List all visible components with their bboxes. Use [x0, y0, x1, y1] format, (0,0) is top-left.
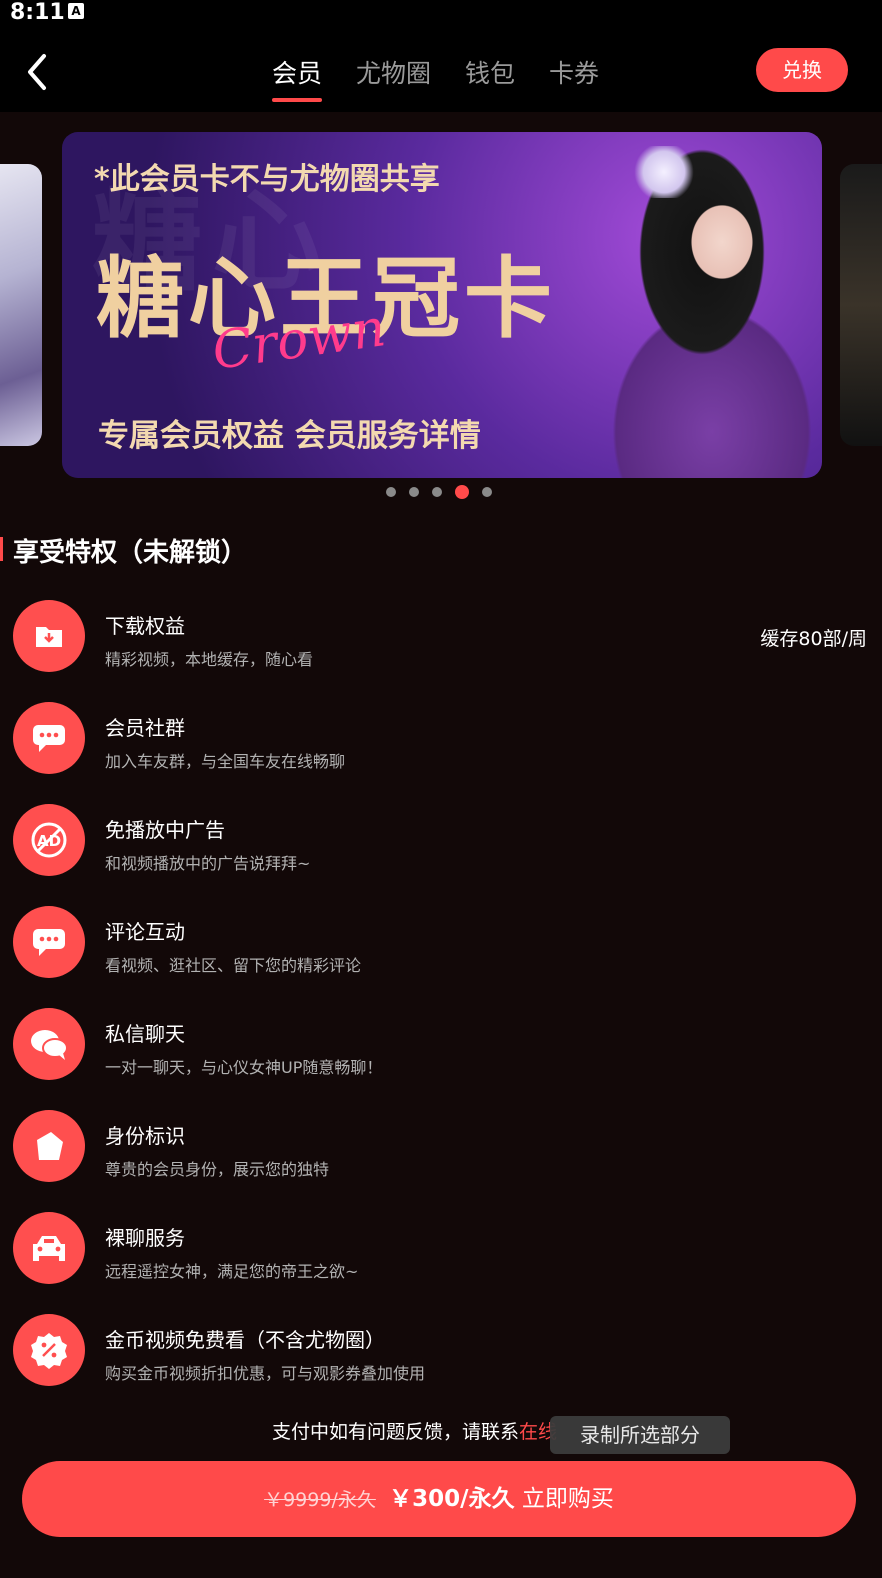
privilege-title: 免播放中广告	[105, 818, 225, 842]
list-item[interactable]: 下载权益 精彩视频，本地缓存，随心看 缓存80部/周	[0, 600, 882, 680]
privilege-desc: 看视频、逛社区、留下您的精彩评论	[105, 956, 362, 975]
list-item[interactable]: 金币视频免费看（不含尤物圈） 购买金币视频折扣优惠，可与观影券叠加使用	[0, 1314, 882, 1394]
tab-bar: 会员 尤物圈 钱包 卡券	[272, 54, 633, 102]
list-item[interactable]: 会员社群 加入车友群，与全国车友在线畅聊	[0, 702, 882, 782]
privilege-desc: 购买金币视频折扣优惠，可与观影券叠加使用	[105, 1364, 426, 1383]
carousel-dot[interactable]	[409, 487, 419, 497]
status-time: 8:11	[10, 0, 65, 25]
section-accent-bar	[0, 537, 3, 561]
tab-coupons[interactable]: 卡券	[549, 54, 599, 102]
list-item[interactable]: 身份标识 尊贵的会员身份，展示您的独特	[0, 1110, 882, 1190]
chevron-left-icon[interactable]	[18, 52, 58, 92]
list-item[interactable]: 裸聊服务 远程遥控女神，满足您的帝王之欲~	[0, 1212, 882, 1292]
car-icon	[13, 1212, 85, 1284]
privilege-desc: 和视频播放中的广告说拜拜~	[105, 854, 311, 873]
status-bar: 8:11 A	[0, 0, 882, 40]
privilege-title: 身份标识	[105, 1124, 185, 1148]
list-item[interactable]: 私信聊天 一对一聊天，与心仪女神UP随意畅聊！	[0, 1008, 882, 1088]
flower-decoration	[632, 146, 696, 198]
top-nav: 会员 尤物圈 钱包 卡券 兑换	[0, 40, 882, 112]
discount-icon	[13, 1314, 85, 1386]
carousel-dot-active[interactable]	[455, 485, 469, 499]
badge-icon	[13, 1110, 85, 1182]
section-title: 享受特权（未解锁）	[13, 538, 248, 568]
download-folder-icon	[13, 600, 85, 672]
list-item[interactable]: 评论互动 看视频、逛社区、留下您的精彩评论	[0, 906, 882, 986]
download-quota: 缓存80部/周	[760, 628, 867, 650]
support-note: 支付中如有问题反馈，请联系在线	[272, 1417, 557, 1444]
privilege-title: 评论互动	[105, 920, 185, 944]
tab-member[interactable]: 会员	[272, 54, 323, 102]
list-item[interactable]: AD 免播放中广告 和视频播放中的广告说拜拜~	[0, 804, 882, 884]
banner-subtitle: 专属会员权益 会员服务详情	[98, 418, 481, 454]
buy-button[interactable]: ￥9999/永久 ￥300/永久 立即购买	[22, 1461, 856, 1537]
privilege-desc: 一对一聊天，与心仪女神UP随意畅聊！	[105, 1058, 383, 1077]
carousel-dot[interactable]	[432, 487, 442, 497]
original-price: ￥9999/永久	[264, 1489, 376, 1511]
privilege-desc: 精彩视频，本地缓存，随心看	[105, 650, 314, 669]
recording-overlay[interactable]: 录制所选部分	[550, 1416, 730, 1454]
banner-carousel[interactable]: 糖心 *此会员卡不与尤物圈共享 糖心王冠卡 Crown 专属会员权益 会员服务详…	[0, 128, 882, 480]
privilege-desc: 尊贵的会员身份，展示您的独特	[105, 1160, 330, 1179]
carousel-next-card[interactable]	[840, 164, 882, 446]
banner-note: *此会员卡不与尤物圈共享	[94, 162, 440, 197]
buy-label: 立即购买	[521, 1486, 614, 1512]
tab-youwuquan[interactable]: 尤物圈	[356, 54, 431, 102]
privilege-title: 金币视频免费看（不含尤物圈）	[105, 1328, 385, 1352]
privilege-desc: 加入车友群，与全国车友在线畅聊	[105, 752, 346, 771]
notification-icon: A	[68, 3, 84, 19]
privilege-title: 下载权益	[105, 614, 185, 638]
chat-bubble-icon	[13, 702, 85, 774]
membership-banner[interactable]: 糖心 *此会员卡不与尤物圈共享 糖心王冠卡 Crown 专属会员权益 会员服务详…	[62, 132, 822, 478]
carousel-dot[interactable]	[482, 487, 492, 497]
message-icon	[13, 1008, 85, 1080]
support-note-text: 支付中如有问题反馈，请联系	[272, 1421, 520, 1443]
carousel-prev-card[interactable]	[0, 164, 42, 446]
privilege-title: 私信聊天	[105, 1022, 185, 1046]
current-price: ￥300/永久	[389, 1486, 515, 1512]
redeem-button[interactable]: 兑换	[756, 48, 848, 92]
privilege-title: 会员社群	[105, 716, 185, 740]
privilege-desc: 远程遥控女神，满足您的帝王之欲~	[105, 1262, 359, 1281]
privilege-title: 裸聊服务	[105, 1226, 185, 1250]
no-ad-icon: AD	[13, 804, 85, 876]
comment-icon	[13, 906, 85, 978]
carousel-dot[interactable]	[386, 487, 396, 497]
tab-wallet[interactable]: 钱包	[465, 54, 515, 102]
carousel-dots	[386, 485, 505, 499]
